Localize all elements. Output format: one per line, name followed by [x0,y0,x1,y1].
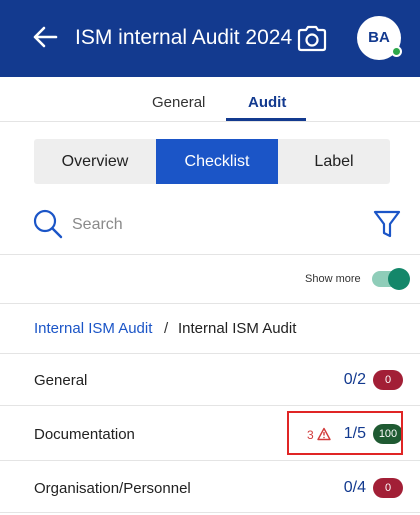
search-input[interactable] [72,212,352,238]
breadcrumb-separator: / [164,320,169,337]
divider [0,121,420,122]
breadcrumb-current: Internal ISM Audit [178,320,297,337]
show-more-toggle-thumb[interactable] [388,268,410,290]
divider [0,460,420,461]
row-progress-count: 0/4 [343,479,366,496]
divider [0,512,420,513]
row-progress-count: 0/2 [343,371,366,388]
breadcrumb-link[interactable]: Internal ISM Audit [34,320,152,337]
checklist-row-documentation[interactable]: Documentation [34,426,135,443]
segment-label[interactable]: Label [278,139,390,184]
checklist-row-general[interactable]: General [34,372,87,389]
tab-general[interactable]: General [152,94,205,111]
highlight-box [287,411,403,455]
segmented-control: Overview Checklist Label [34,139,390,184]
camera-icon[interactable] [296,24,328,52]
back-arrow-icon[interactable] [30,22,60,52]
show-more-label: Show more [305,273,361,285]
online-status-dot [391,46,402,57]
divider [0,405,420,406]
segment-overview[interactable]: Overview [34,139,156,184]
search-icon[interactable] [32,208,64,240]
divider [0,303,420,304]
filter-icon[interactable] [372,208,402,240]
score-badge: 0 [373,478,403,498]
divider [0,353,420,354]
score-badge: 0 [373,370,403,390]
tab-audit[interactable]: Audit [248,94,286,111]
divider [0,254,420,255]
checklist-row-organisation-personnel[interactable]: Organisation/Personnel [34,480,191,497]
page-title: ISM internal Audit 2024 [75,26,293,49]
segment-checklist[interactable]: Checklist [156,139,278,184]
